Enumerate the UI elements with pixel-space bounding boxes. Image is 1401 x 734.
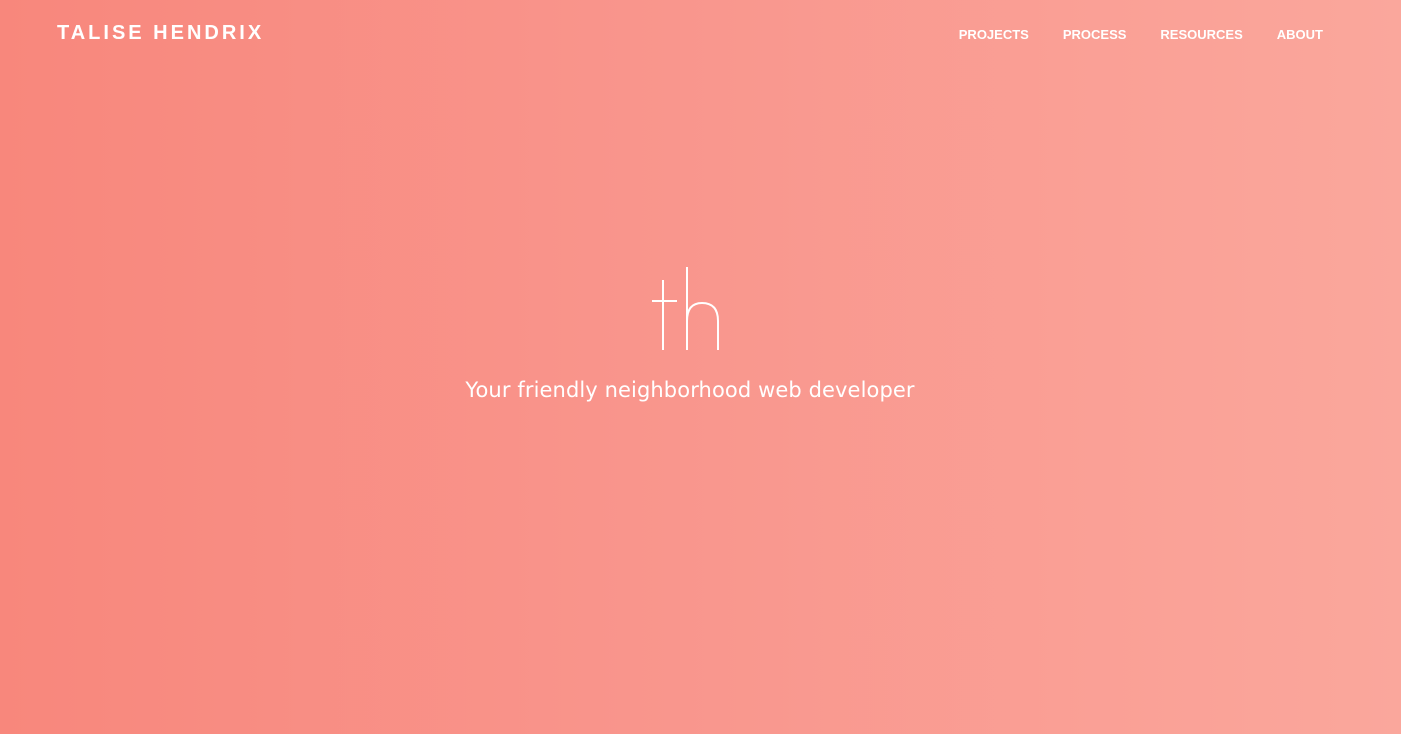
nav-list: PROJECTS PROCESS RESOURCES ABOUT [925,26,1323,43]
hero-section: Your friendly neighborhood web developer [0,255,1380,402]
site-header: TALISE HENDRIX PROJECTS PROCESS RESOURCE… [0,0,1401,70]
nav-link-resources[interactable]: RESOURCES [1160,26,1242,43]
th-monogram-graphic [652,267,719,350]
nav-link-projects[interactable]: PROJECTS [959,26,1029,43]
nav-item-process: PROCESS [1029,26,1127,43]
nav-link-process[interactable]: PROCESS [1063,26,1127,43]
hero-tagline: Your friendly neighborhood web developer [465,378,915,402]
nav-item-resources: RESOURCES [1126,26,1242,43]
nav-item-projects: PROJECTS [925,26,1029,43]
th-logo-mark [650,255,730,355]
nav-link-about[interactable]: ABOUT [1277,26,1323,43]
brand-link[interactable]: TALISE HENDRIX [57,22,264,45]
nav-item-about: ABOUT [1243,26,1323,43]
